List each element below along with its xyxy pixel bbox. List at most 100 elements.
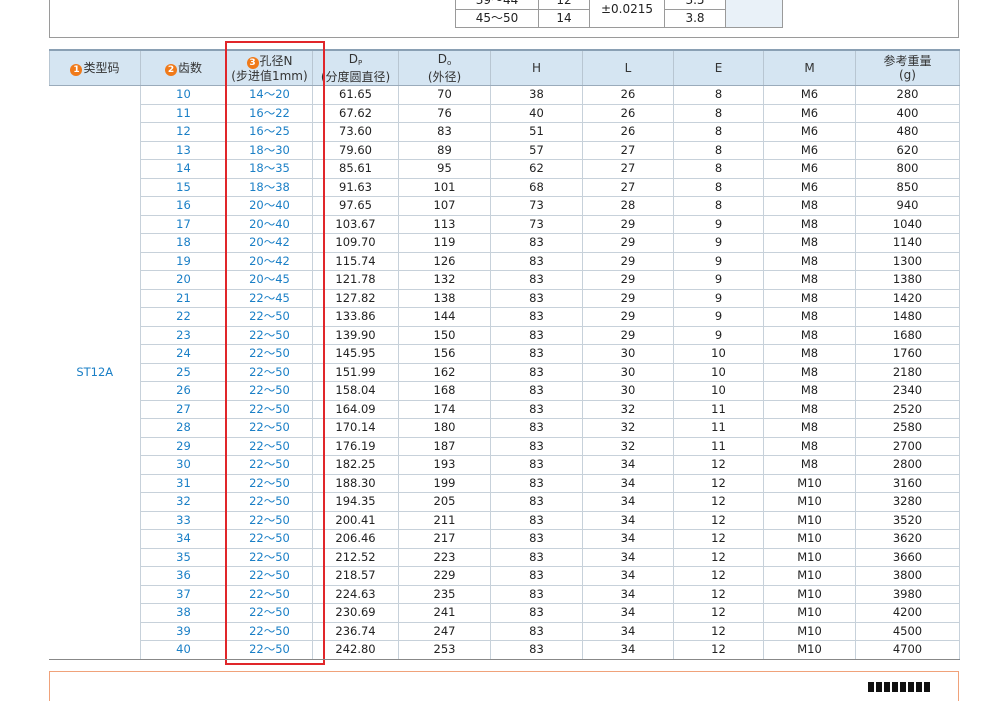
teeth-cell[interactable]: 38 <box>140 603 227 623</box>
teeth-cell[interactable]: 14 <box>140 159 227 179</box>
outer-diameter-cell: 156 <box>398 344 491 364</box>
pitch-diameter-cell: 139.90 <box>312 326 399 345</box>
header-teeth[interactable]: 2 齿数 <box>140 49 227 86</box>
h-cell: 83 <box>490 289 583 308</box>
bore-cell[interactable]: 22～50 <box>226 363 313 382</box>
e-cell: 9 <box>673 270 764 290</box>
table-row: 16 20～40 97.65 107 73 28 8 M8 940 <box>50 196 960 216</box>
teeth-cell[interactable]: 40 <box>140 640 227 660</box>
e-cell: 8 <box>673 104 764 123</box>
bore-cell[interactable]: 20～45 <box>226 270 313 290</box>
teeth-cell[interactable]: 12 <box>140 122 227 142</box>
cell: 14 <box>538 9 590 28</box>
weight-cell: 2520 <box>855 400 960 419</box>
bore-cell[interactable]: 20～42 <box>226 233 313 253</box>
teeth-cell[interactable]: 23 <box>140 326 227 345</box>
pitch-diameter-cell: 194.35 <box>312 492 399 512</box>
bore-cell[interactable]: 22～50 <box>226 603 313 623</box>
bore-cell[interactable]: 22～50 <box>226 566 313 586</box>
teeth-cell[interactable]: 36 <box>140 566 227 586</box>
table-row: 38 22～50 230.69 241 83 34 12 M10 4200 <box>50 603 960 623</box>
m-cell: M6 <box>763 141 856 160</box>
header-l[interactable]: L <box>582 49 674 86</box>
teeth-cell[interactable]: 15 <box>140 178 227 197</box>
teeth-cell[interactable]: 37 <box>140 585 227 604</box>
table-row: 23 22～50 139.90 150 83 29 9 M8 1680 <box>50 326 960 345</box>
e-cell: 9 <box>673 326 764 345</box>
weight-cell: 2800 <box>855 455 960 475</box>
bore-cell[interactable]: 22～50 <box>226 381 313 401</box>
m-cell: M8 <box>763 215 856 234</box>
bore-cell[interactable]: 14～20 <box>226 85 313 105</box>
pitch-diameter-cell: 176.19 <box>312 437 399 456</box>
teeth-cell[interactable]: 30 <box>140 455 227 475</box>
header-type-code[interactable]: 1 类型码 <box>49 49 141 86</box>
teeth-cell[interactable]: 21 <box>140 289 227 308</box>
bore-cell[interactable]: 22～50 <box>226 474 313 493</box>
bore-cell[interactable]: 20～40 <box>226 196 313 216</box>
bore-cell[interactable]: 22～50 <box>226 326 313 345</box>
teeth-cell[interactable]: 17 <box>140 215 227 234</box>
teeth-cell[interactable]: 35 <box>140 548 227 567</box>
weight-cell: 620 <box>855 141 960 160</box>
weight-cell: 850 <box>855 178 960 197</box>
l-cell: 34 <box>582 492 674 512</box>
bore-cell[interactable]: 22～50 <box>226 640 313 660</box>
teeth-cell[interactable]: 32 <box>140 492 227 512</box>
header-weight[interactable]: 参考重量 (g) <box>855 49 960 86</box>
teeth-cell[interactable]: 18 <box>140 233 227 253</box>
header-h[interactable]: H <box>490 49 583 86</box>
bore-cell[interactable]: 22～50 <box>226 548 313 567</box>
bore-cell[interactable]: 22～50 <box>226 418 313 438</box>
teeth-cell[interactable]: 11 <box>140 104 227 123</box>
bore-cell[interactable]: 22～50 <box>226 511 313 530</box>
bore-cell[interactable]: 16～22 <box>226 104 313 123</box>
teeth-cell[interactable]: 13 <box>140 141 227 160</box>
pitch-diameter-cell: 200.41 <box>312 511 399 530</box>
header-m[interactable]: M <box>763 49 856 86</box>
bore-cell[interactable]: 22～50 <box>226 455 313 475</box>
bore-cell[interactable]: 22～50 <box>226 344 313 364</box>
teeth-cell[interactable]: 19 <box>140 252 227 271</box>
header-outer-diameter[interactable]: Do (外径) <box>398 49 491 86</box>
bore-cell[interactable]: 22～50 <box>226 400 313 419</box>
bore-cell[interactable]: 22～50 <box>226 437 313 456</box>
teeth-cell[interactable]: 26 <box>140 381 227 401</box>
teeth-cell[interactable]: 24 <box>140 344 227 364</box>
teeth-cell[interactable]: 34 <box>140 529 227 549</box>
h-cell: 83 <box>490 585 583 604</box>
header-pitch-diameter[interactable]: DP (分度圆直径) <box>312 49 399 86</box>
teeth-cell[interactable]: 28 <box>140 418 227 438</box>
bore-cell[interactable]: 22～45 <box>226 289 313 308</box>
teeth-cell[interactable]: 39 <box>140 622 227 641</box>
teeth-cell[interactable]: 29 <box>140 437 227 456</box>
teeth-cell[interactable]: 20 <box>140 270 227 290</box>
bore-cell[interactable]: 22～50 <box>226 585 313 604</box>
bore-cell[interactable]: 22～50 <box>226 622 313 641</box>
teeth-cell[interactable]: 16 <box>140 196 227 216</box>
l-cell: 29 <box>582 215 674 234</box>
teeth-cell[interactable]: 10 <box>140 85 227 105</box>
bore-cell[interactable]: 18～38 <box>226 178 313 197</box>
teeth-cell[interactable]: 22 <box>140 307 227 327</box>
bore-cell[interactable]: 18～35 <box>226 159 313 179</box>
teeth-cell[interactable]: 25 <box>140 363 227 382</box>
m-cell: M10 <box>763 511 856 530</box>
header-bore[interactable]: 3 孔径N (步进值1mm) <box>226 49 313 86</box>
m-cell: M10 <box>763 566 856 586</box>
bore-cell[interactable]: 22～50 <box>226 529 313 549</box>
bore-cell[interactable]: 20～40 <box>226 215 313 234</box>
bore-cell[interactable]: 20～42 <box>226 252 313 271</box>
bore-cell[interactable]: 18～30 <box>226 141 313 160</box>
table-row: 37 22～50 224.63 235 83 34 12 M10 3980 <box>50 585 960 604</box>
type-code-cell[interactable]: ST12A <box>49 85 141 660</box>
outer-diameter-cell: 180 <box>398 418 491 438</box>
h-cell: 83 <box>490 233 583 253</box>
bore-cell[interactable]: 22～50 <box>226 492 313 512</box>
bore-cell[interactable]: 16～25 <box>226 122 313 142</box>
teeth-cell[interactable]: 27 <box>140 400 227 419</box>
bore-cell[interactable]: 22～50 <box>226 307 313 327</box>
teeth-cell[interactable]: 33 <box>140 511 227 530</box>
teeth-cell[interactable]: 31 <box>140 474 227 493</box>
header-e[interactable]: E <box>673 49 764 86</box>
